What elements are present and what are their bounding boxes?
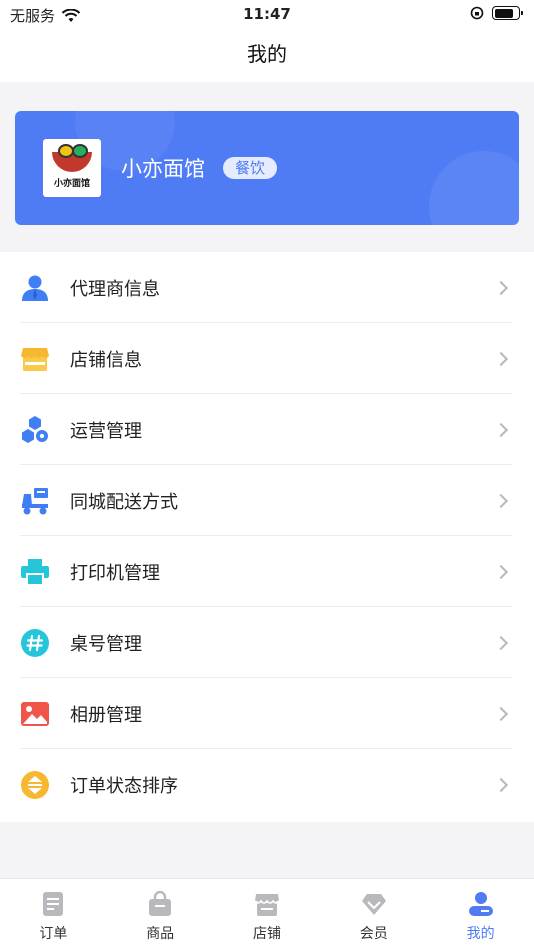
sort-icon bbox=[20, 770, 50, 800]
menu-item-label: 桌号管理 bbox=[70, 633, 142, 655]
chevron-right-icon bbox=[493, 777, 509, 792]
menu-item-delivery[interactable]: 同城配送方式 bbox=[0, 465, 534, 536]
page-title: 我的 bbox=[247, 42, 287, 66]
tab-label: 店铺 bbox=[252, 926, 281, 942]
shop-logo: 小亦面馆 bbox=[43, 139, 101, 197]
menu-item-table-number[interactable]: 桌号管理 bbox=[0, 607, 534, 678]
menu-item-label: 订单状态排序 bbox=[70, 775, 178, 797]
delivery-scooter-icon bbox=[20, 486, 50, 516]
store-icon bbox=[20, 344, 50, 374]
tab-orders[interactable]: 订单 bbox=[0, 879, 107, 950]
menu-item-printer[interactable]: 打印机管理 bbox=[0, 536, 534, 607]
noodle-bowl-icon bbox=[52, 143, 92, 172]
printer-icon bbox=[20, 557, 50, 587]
bag-icon bbox=[149, 891, 172, 916]
order-icon bbox=[43, 892, 64, 916]
chevron-right-icon bbox=[493, 564, 509, 579]
chevron-right-icon bbox=[493, 351, 509, 366]
profile-section: 小亦面馆 小亦面馆 餐饮 bbox=[0, 82, 534, 252]
tab-members[interactable]: 会员 bbox=[320, 879, 427, 950]
photo-album-icon bbox=[20, 699, 50, 729]
category-badge: 餐饮 bbox=[223, 157, 278, 179]
menu-item-label: 代理商信息 bbox=[70, 278, 160, 300]
profile-icon bbox=[468, 892, 493, 916]
menu-item-label: 打印机管理 bbox=[70, 562, 160, 584]
person-icon bbox=[20, 273, 50, 303]
nav-bar: 我的 bbox=[0, 30, 534, 82]
shop-name: 小亦面馆 bbox=[121, 157, 205, 181]
chevron-right-icon bbox=[493, 422, 509, 437]
tab-label: 订单 bbox=[39, 926, 68, 942]
settings-menu: 代理商信息 店铺信息 运营管理 同城配送方式 打印机管理 桌号管理 相册管理 订… bbox=[0, 252, 534, 822]
menu-item-label: 运营管理 bbox=[70, 420, 142, 442]
tab-mine[interactable]: 我的 bbox=[427, 879, 534, 950]
orientation-lock-icon bbox=[470, 6, 484, 20]
hexagon-gear-icon bbox=[20, 415, 50, 445]
battery-icon bbox=[492, 6, 523, 20]
clock: 11:47 bbox=[243, 5, 291, 23]
logo-text: 小亦面馆 bbox=[53, 178, 90, 189]
tab-label: 会员 bbox=[359, 926, 388, 942]
chevron-right-icon bbox=[493, 493, 509, 508]
menu-item-label: 相册管理 bbox=[70, 704, 142, 726]
menu-item-label: 店铺信息 bbox=[70, 349, 142, 371]
chevron-right-icon bbox=[493, 706, 509, 721]
tab-bar: 订单 商品 店铺 会员 我的 bbox=[0, 878, 534, 950]
tab-label: 商品 bbox=[146, 926, 175, 942]
status-bar: 无服务 11:47 bbox=[0, 0, 534, 30]
shop-icon bbox=[254, 894, 280, 916]
menu-item-store-info[interactable]: 店铺信息 bbox=[0, 323, 534, 394]
card-decoration bbox=[429, 151, 519, 225]
hashtag-icon bbox=[20, 628, 50, 658]
menu-item-album[interactable]: 相册管理 bbox=[0, 678, 534, 749]
menu-item-order-status-sort[interactable]: 订单状态排序 bbox=[0, 749, 534, 820]
chevron-right-icon bbox=[493, 635, 509, 650]
chevron-right-icon bbox=[493, 280, 509, 295]
menu-item-operations[interactable]: 运营管理 bbox=[0, 394, 534, 465]
tab-store[interactable]: 店铺 bbox=[214, 879, 321, 950]
tab-products[interactable]: 商品 bbox=[107, 879, 214, 950]
menu-item-agent-info[interactable]: 代理商信息 bbox=[0, 252, 534, 323]
shop-card[interactable]: 小亦面馆 小亦面馆 餐饮 bbox=[15, 111, 519, 225]
tab-label: 我的 bbox=[466, 926, 495, 942]
status-icons bbox=[470, 6, 523, 20]
menu-item-label: 同城配送方式 bbox=[70, 491, 178, 513]
diamond-icon bbox=[361, 894, 386, 915]
